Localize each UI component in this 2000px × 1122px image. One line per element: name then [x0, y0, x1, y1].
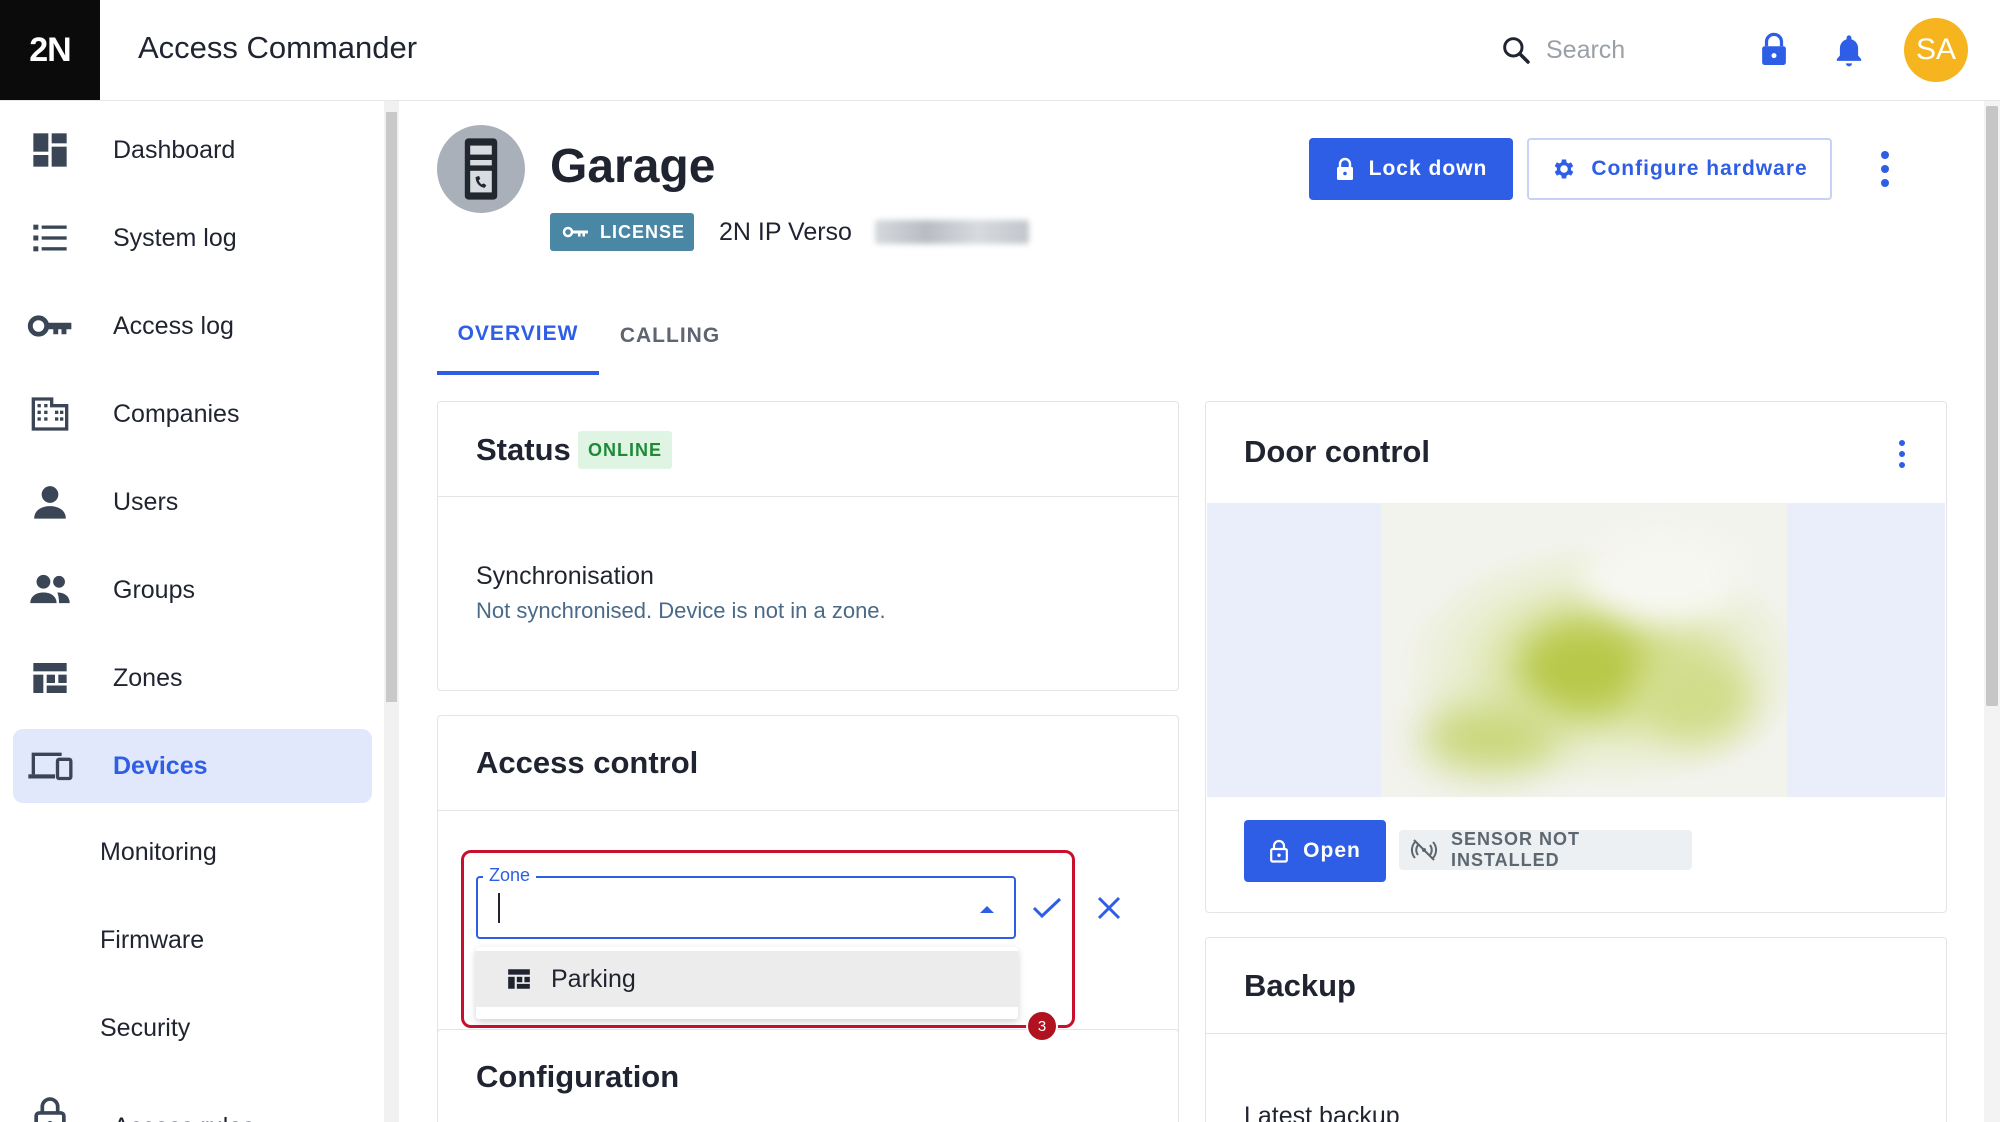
- status-card: Status ONLINE Synchronisation Not synchr…: [437, 401, 1179, 691]
- sensor-status-label: SENSOR NOT INSTALLED: [1451, 829, 1581, 870]
- intercom-device-icon: [464, 138, 498, 200]
- sidebar-item-label: Groups: [113, 575, 195, 604]
- text-cursor: [498, 893, 500, 923]
- status-badge: ONLINE: [578, 431, 672, 469]
- license-label: LICENSE: [600, 221, 686, 242]
- zone-dropdown-menu: Parking: [476, 947, 1018, 1019]
- license-badge: LICENSE: [550, 213, 694, 251]
- card-divider: [438, 496, 1178, 497]
- key-icon: [562, 223, 590, 241]
- device-serial-redacted: [875, 220, 1029, 244]
- sidebar-subitem-security[interactable]: Security: [100, 1014, 190, 1043]
- backup-title: Backup: [1244, 968, 1356, 1003]
- configuration-title: Configuration: [476, 1059, 680, 1094]
- notifications-bell-icon[interactable]: [1827, 28, 1871, 72]
- sensor-status-badge: SENSOR NOT INSTALLED: [1399, 829, 1692, 870]
- building-icon: [25, 389, 75, 439]
- chevron-up-icon[interactable]: [975, 897, 999, 921]
- sidebar-item-label: Access rules: [113, 1113, 255, 1122]
- sidebar-item-devices[interactable]: Devices: [13, 729, 372, 803]
- card-divider: [438, 810, 1178, 811]
- zone-field-label: Zone: [483, 865, 537, 886]
- dashboard-icon: [25, 125, 75, 175]
- lock-icon[interactable]: [1752, 28, 1796, 72]
- lock-open-icon: [25, 1091, 75, 1122]
- sidebar: Dashboard System log Access log Companie…: [0, 101, 384, 1122]
- sidebar-item-label: Companies: [113, 399, 240, 428]
- user-icon: [25, 477, 75, 527]
- more-options-icon[interactable]: [1886, 434, 1918, 474]
- lock-icon: [1335, 157, 1355, 181]
- device-model: 2N IP Verso: [719, 218, 852, 246]
- app-title: Access Commander: [138, 30, 418, 65]
- page-title: Garage: [550, 140, 716, 193]
- open-label: Open: [1303, 839, 1361, 862]
- door-control-title: Door control: [1244, 434, 1430, 469]
- sidebar-item-label: Zones: [113, 663, 183, 692]
- lock-down-button[interactable]: Lock down: [1309, 138, 1513, 200]
- zones-icon: [505, 966, 533, 992]
- sidebar-item-users[interactable]: Users: [13, 465, 372, 539]
- device-avatar: [437, 125, 525, 213]
- camera-preview: [1207, 503, 1945, 797]
- page-scrollbar-thumb[interactable]: [1986, 106, 1998, 706]
- check-icon[interactable]: [1028, 889, 1066, 927]
- main-content: Garage LICENSE 2N IP Verso Lock down Con…: [399, 101, 1984, 1122]
- lock-open-icon: [1269, 839, 1289, 863]
- sidebar-subitem-firmware[interactable]: Firmware: [100, 926, 204, 955]
- sync-description: Not synchronised. Device is not in a zon…: [476, 598, 886, 623]
- step-number-badge: 3: [1026, 1010, 1058, 1042]
- open-door-button[interactable]: Open: [1244, 820, 1386, 882]
- status-title: Status: [476, 432, 571, 467]
- gear-icon: [1551, 156, 1577, 182]
- camera-snapshot-image: [1381, 503, 1787, 797]
- search-input[interactable]: [1546, 35, 1696, 65]
- sidebar-item-label: Access log: [113, 311, 234, 340]
- configure-hardware-label: Configure hardware: [1591, 157, 1808, 180]
- close-icon[interactable]: [1090, 889, 1128, 927]
- sidebar-item-system-log[interactable]: System log: [13, 201, 372, 275]
- sidebar-item-companies[interactable]: Companies: [13, 377, 372, 451]
- key-icon: [25, 301, 75, 351]
- configure-hardware-button[interactable]: Configure hardware: [1527, 138, 1832, 200]
- zone-option-label: Parking: [551, 964, 636, 993]
- more-options-icon[interactable]: [1865, 146, 1905, 192]
- search-icon[interactable]: [1496, 30, 1536, 70]
- door-control-card: Door control Open SENSOR NOT INSTALLED: [1205, 401, 1947, 913]
- devices-icon: [25, 741, 75, 791]
- sidebar-item-zones[interactable]: Zones: [13, 641, 372, 715]
- sidebar-item-label: Dashboard: [113, 135, 236, 164]
- sidebar-item-label: Devices: [113, 751, 208, 780]
- sidebar-scrollbar-thumb[interactable]: [386, 112, 397, 702]
- top-bar: 2N Access Commander SA: [0, 0, 2000, 101]
- card-divider: [1206, 1033, 1946, 1034]
- latest-backup-label: Latest backup: [1244, 1102, 1400, 1122]
- user-avatar[interactable]: SA: [1904, 18, 1968, 82]
- group-icon: [25, 565, 75, 615]
- list-icon: [25, 213, 75, 263]
- sidebar-item-access-rules[interactable]: Access rules: [13, 1073, 372, 1122]
- zone-select-field[interactable]: [476, 876, 1016, 939]
- lock-down-label: Lock down: [1368, 157, 1488, 180]
- tab-overview[interactable]: OVERVIEW: [437, 297, 599, 375]
- configuration-card: Configuration: [437, 1029, 1179, 1122]
- zone-option-parking[interactable]: Parking: [476, 951, 1018, 1007]
- sidebar-item-label: Users: [113, 487, 179, 516]
- sidebar-subitem-monitoring[interactable]: Monitoring: [100, 838, 217, 867]
- zones-icon: [25, 653, 75, 703]
- backup-card: Backup Latest backup: [1205, 937, 1947, 1122]
- sensor-off-icon: [1411, 839, 1437, 861]
- sidebar-item-access-log[interactable]: Access log: [13, 289, 372, 363]
- brand-logo[interactable]: 2N: [0, 0, 100, 100]
- search-bar[interactable]: [1496, 26, 1716, 74]
- sidebar-item-groups[interactable]: Groups: [13, 553, 372, 627]
- tab-calling[interactable]: CALLING: [599, 297, 741, 375]
- sync-title: Synchronisation: [476, 562, 654, 590]
- access-control-title: Access control: [476, 745, 699, 780]
- sidebar-item-dashboard[interactable]: Dashboard: [13, 113, 372, 187]
- sidebar-item-label: System log: [113, 223, 237, 252]
